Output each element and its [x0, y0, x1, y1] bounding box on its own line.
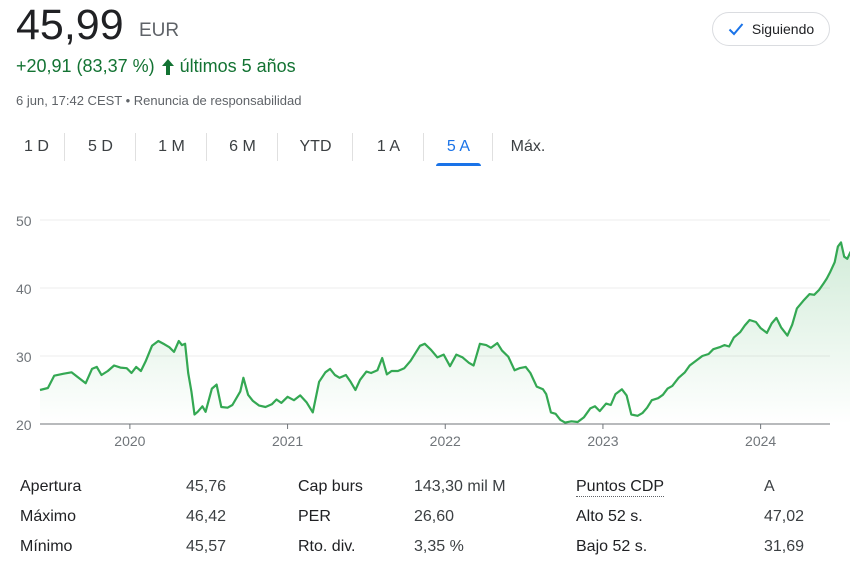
stat-label: Alto 52 s.	[576, 508, 643, 525]
arrow-up-icon	[161, 58, 175, 76]
stats-row: Apertura 45,76 Cap burs 143,30 mil M Puntos …	[20, 478, 840, 500]
disclaimer-link[interactable]: Renuncia de responsabilidad	[134, 93, 302, 108]
stat-label: PER	[298, 508, 331, 525]
stat-value: 47,02	[764, 508, 805, 525]
tab-1-a[interactable]: 1 A	[353, 128, 424, 166]
quote-meta: 6 jun, 17:42 CEST • Renuncia de responsa…	[16, 93, 301, 108]
current-price: 45,99	[16, 1, 124, 49]
stat-value: 26,60	[414, 508, 455, 525]
following-label: Siguiendo	[751, 21, 815, 37]
stat-label: Bajo 52 s.	[576, 538, 648, 555]
change-period: últimos 5 años	[179, 56, 296, 76]
price-change: +20,91 (83,37 %) últimos 5 años	[16, 56, 296, 77]
quote-timestamp: 6 jun, 17:42 CEST	[16, 93, 122, 108]
x-tick-label: 2021	[272, 433, 303, 449]
change-value: +20,91 (83,37 %)	[16, 56, 155, 76]
x-tick-label: 2020	[114, 433, 145, 449]
tab-6-m[interactable]: 6 M	[207, 128, 278, 166]
stat-label: Cap burs	[298, 478, 363, 495]
x-tick-label: 2023	[587, 433, 618, 449]
y-tick-label: 20	[16, 417, 32, 433]
tab-5-a[interactable]: 5 A	[424, 128, 493, 166]
stat-value: 31,69	[764, 538, 805, 555]
stat-value: A	[764, 478, 775, 495]
price-area-fill	[40, 242, 850, 424]
stat-label: Máximo	[20, 508, 77, 525]
stat-value: 46,42	[186, 508, 227, 525]
stat-value: 45,57	[186, 538, 227, 555]
stat-label[interactable]: Puntos CDP	[576, 478, 665, 497]
checkmark-icon	[728, 23, 744, 36]
x-tick-label: 2024	[745, 433, 776, 449]
y-tick-label: 50	[16, 213, 32, 229]
stat-value: 45,76	[186, 478, 227, 495]
stats-row: Máximo 46,42 PER 26,60 Alto 52 s. 47,02	[20, 508, 840, 530]
tab-ytd[interactable]: YTD	[278, 128, 353, 166]
tab-1-m[interactable]: 1 M	[136, 128, 207, 166]
tab-m-x[interactable]: Máx.	[493, 128, 563, 166]
tab-1-d[interactable]: 1 D	[8, 128, 65, 166]
meta-separator: •	[122, 93, 134, 108]
stat-label: Mínimo	[20, 538, 73, 555]
tab-5-d[interactable]: 5 D	[65, 128, 136, 166]
stat-value: 143,30 mil M	[414, 478, 506, 495]
stat-label: Rto. div.	[298, 538, 356, 555]
y-tick-label: 40	[16, 281, 32, 297]
following-button[interactable]: Siguiendo	[712, 12, 830, 46]
stats-row: Mínimo 45,57 Rto. div. 3,35 % Bajo 52 s. 31,6…	[20, 538, 840, 560]
y-tick-label: 30	[16, 349, 32, 365]
stat-value: 3,35 %	[414, 538, 464, 555]
stat-label: Apertura	[20, 478, 82, 495]
time-range-tabs: 1 D5 D1 M6 M YTD 1 A5 A Máx.	[8, 128, 563, 166]
x-tick-label: 2022	[430, 433, 461, 449]
price-chart[interactable]: 504030202020 2021 2022 2023 2024	[0, 195, 850, 455]
currency-label: EUR	[139, 20, 180, 41]
